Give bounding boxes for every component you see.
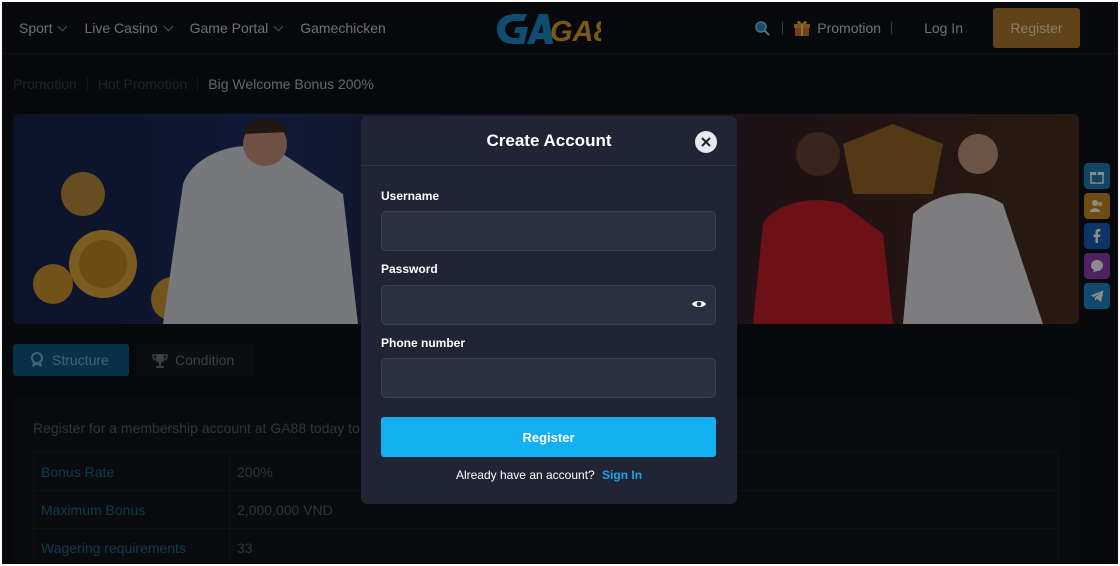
close-button[interactable] [695,131,717,153]
signin-link[interactable]: Sign In [602,468,642,482]
create-account-modal: Create Account Username Password Phone n… [361,116,737,504]
register-submit-button[interactable]: Register [381,417,716,457]
username-label: Username [381,189,440,203]
phone-label: Phone number [381,336,466,350]
page: Sport Live Casino Game Portal Gamechicke… [2,2,1118,564]
username-field[interactable] [381,211,716,251]
eye-icon[interactable] [691,296,707,312]
modal-header: Create Account [361,116,737,166]
modal-title: Create Account [486,131,612,150]
password-label: Password [381,262,438,276]
signin-prompt: Already have an account? [455,468,595,482]
signin-row: Already have an account? Sign In [361,468,737,482]
phone-field[interactable] [381,358,716,398]
close-icon [701,137,711,147]
password-field[interactable] [381,285,716,325]
